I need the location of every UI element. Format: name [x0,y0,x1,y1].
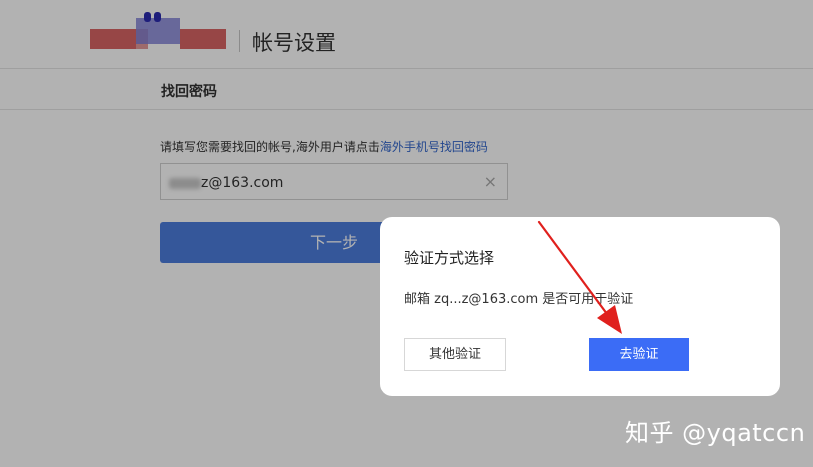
other-verification-button[interactable]: 其他验证 [404,338,506,371]
watermark: 知乎 @yqatccn [625,419,806,447]
go-verify-button[interactable]: 去验证 [589,338,689,371]
dialog-title: 验证方式选择 [404,249,495,267]
verification-dialog: 验证方式选择 邮箱 zq...z@163.com 是否可用于验证 其他验证 去验… [380,217,780,396]
dialog-message: 邮箱 zq...z@163.com 是否可用于验证 [404,292,634,307]
